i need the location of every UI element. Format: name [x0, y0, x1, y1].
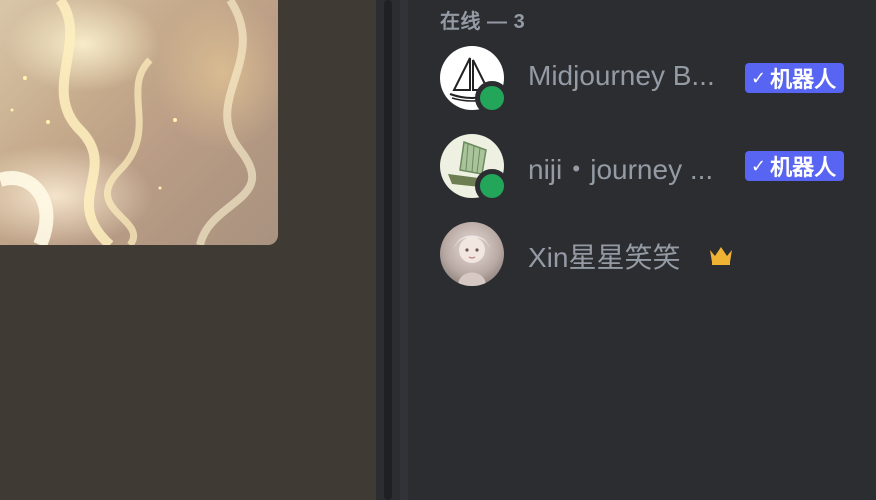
image-artwork	[0, 0, 257, 245]
member-item-midjourney[interactable]: Midjourney B... ✓ 机器人	[440, 46, 870, 116]
member-name[interactable]: niji・journey ...	[528, 148, 713, 188]
member-item-xin[interactable]: Xin星星笑笑	[440, 222, 870, 292]
bot-tag-label: 机器人	[770, 67, 837, 92]
image-attachment[interactable]	[0, 0, 278, 245]
scrollbar-track[interactable]	[384, 0, 392, 500]
chat-area	[0, 0, 376, 500]
verified-check-icon: ✓	[751, 67, 767, 88]
bot-tag: ✓ 机器人	[745, 151, 845, 181]
member-list: 在线 — 3 Midjourney B... ✓ 机器人 niji・journe…	[400, 0, 876, 500]
member-item-niji-journey[interactable]: niji・journey ... ✓ 机器人	[440, 134, 870, 204]
bot-tag: ✓ 机器人	[745, 63, 845, 93]
online-status-icon	[475, 81, 509, 115]
bot-tag-label: 机器人	[770, 155, 837, 180]
app-window: 在线 — 3 Midjourney B... ✓ 机器人 niji・journe…	[0, 0, 876, 500]
crown-icon	[708, 244, 734, 271]
online-status-icon	[475, 169, 509, 203]
member-name[interactable]: Midjourney B...	[528, 60, 715, 92]
member-name[interactable]: Xin星星笑笑	[528, 236, 680, 276]
online-section-header: 在线 — 3	[440, 11, 526, 33]
portrait-icon	[454, 235, 490, 286]
chat-scrollbar[interactable]	[376, 0, 400, 500]
verified-check-icon: ✓	[751, 155, 767, 176]
avatar[interactable]	[440, 222, 504, 286]
